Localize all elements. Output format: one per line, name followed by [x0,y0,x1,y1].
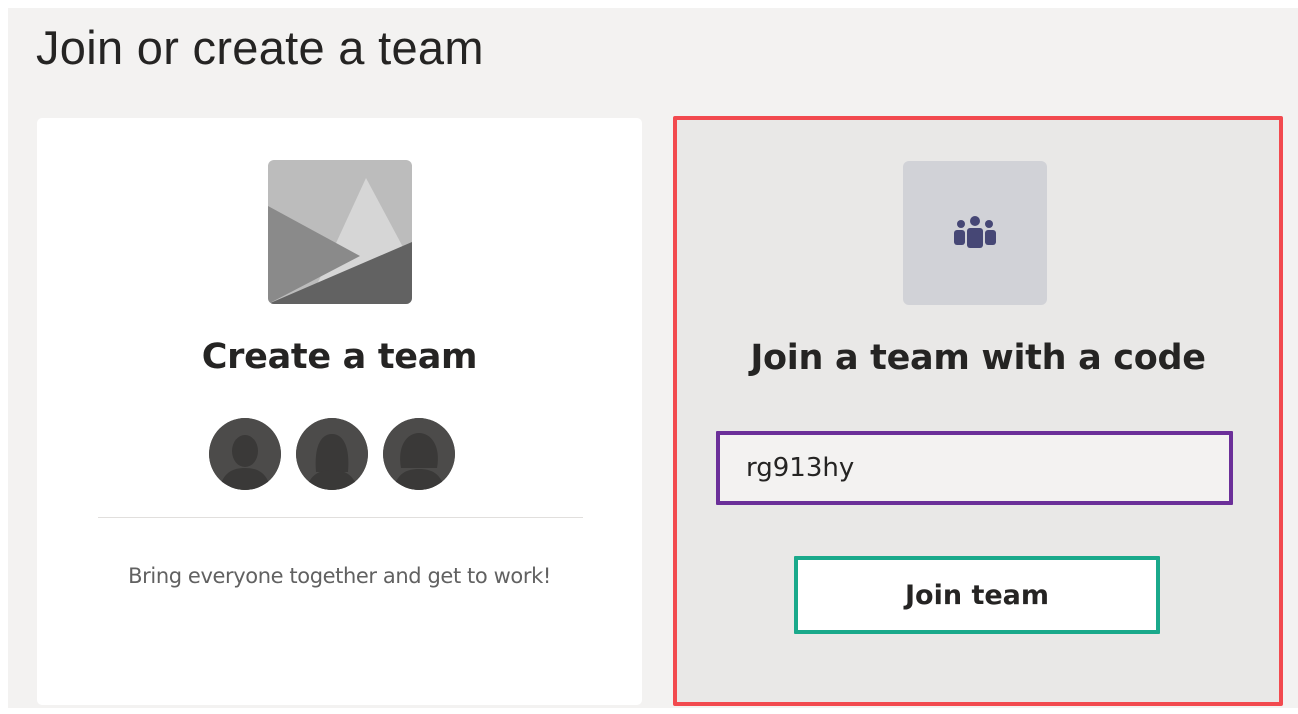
team-code-input[interactable] [716,431,1233,505]
landscape-placeholder-icon [268,160,412,304]
create-team-title: Create a team [201,337,478,377]
create-team-card[interactable]: Create a team Bring everyone together an… [37,118,642,705]
join-team-card: Join a team with a code Join team [673,116,1283,706]
join-team-button[interactable]: Join team [794,556,1160,634]
card-divider [98,517,583,518]
join-team-title: Join a team with a code [750,338,1206,378]
person-avatar-icon [383,418,455,490]
person-avatar-icon [296,418,368,490]
team-people-icon [903,161,1047,305]
create-team-description: Bring everyone together and get to work! [128,564,551,588]
person-avatar-icon [209,418,281,490]
avatar-group [209,418,455,492]
page-title: Join or create a team [36,21,484,74]
